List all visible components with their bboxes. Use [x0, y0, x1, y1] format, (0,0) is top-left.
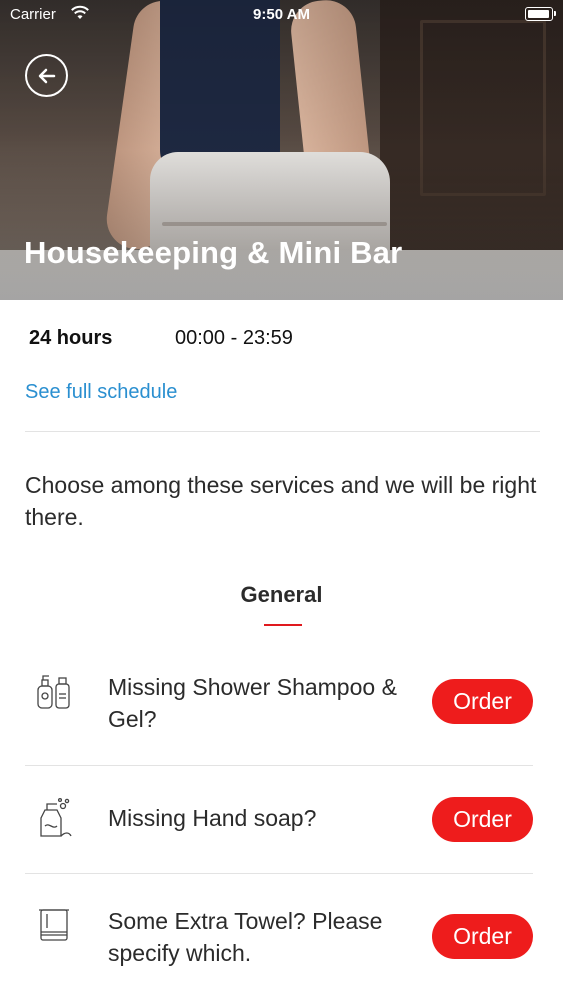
service-item-towel: Some Extra Towel? Please specify which. …: [25, 904, 535, 1000]
service-item-hand-soap: Missing Hand soap? Order: [25, 786, 535, 874]
back-button[interactable]: [25, 54, 68, 97]
order-button-shampoo[interactable]: Order: [432, 679, 533, 724]
hours-range: 00:00 - 23:59: [175, 327, 293, 349]
order-button-towel[interactable]: Order: [432, 914, 533, 959]
battery-icon: [525, 7, 553, 21]
service-label: Missing Shower Shampoo & Gel?: [108, 674, 397, 732]
hand-soap-icon: [35, 796, 73, 838]
service-label: Missing Hand soap?: [108, 805, 317, 831]
arrow-left-icon: [38, 68, 55, 83]
order-button-hand-soap[interactable]: Order: [432, 797, 533, 842]
shampoo-bottles-icon: [35, 672, 73, 714]
intro-text: Choose among these services and we will …: [25, 472, 537, 530]
section-title: General: [240, 582, 323, 607]
section-underline: [264, 624, 302, 626]
divider: [25, 431, 540, 432]
towel-icon: [35, 906, 73, 948]
hours-label: 24 hours: [29, 327, 113, 349]
status-time: 9:50 AM: [253, 6, 310, 23]
status-bar: Carrier 9:50 AM: [0, 0, 563, 30]
service-label: Some Extra Towel? Please specify which.: [108, 908, 383, 966]
service-item-shampoo: Missing Shower Shampoo & Gel? Order: [25, 668, 535, 766]
page-title: Housekeeping & Mini Bar: [24, 235, 403, 270]
see-full-schedule-link[interactable]: See full schedule: [25, 381, 177, 404]
